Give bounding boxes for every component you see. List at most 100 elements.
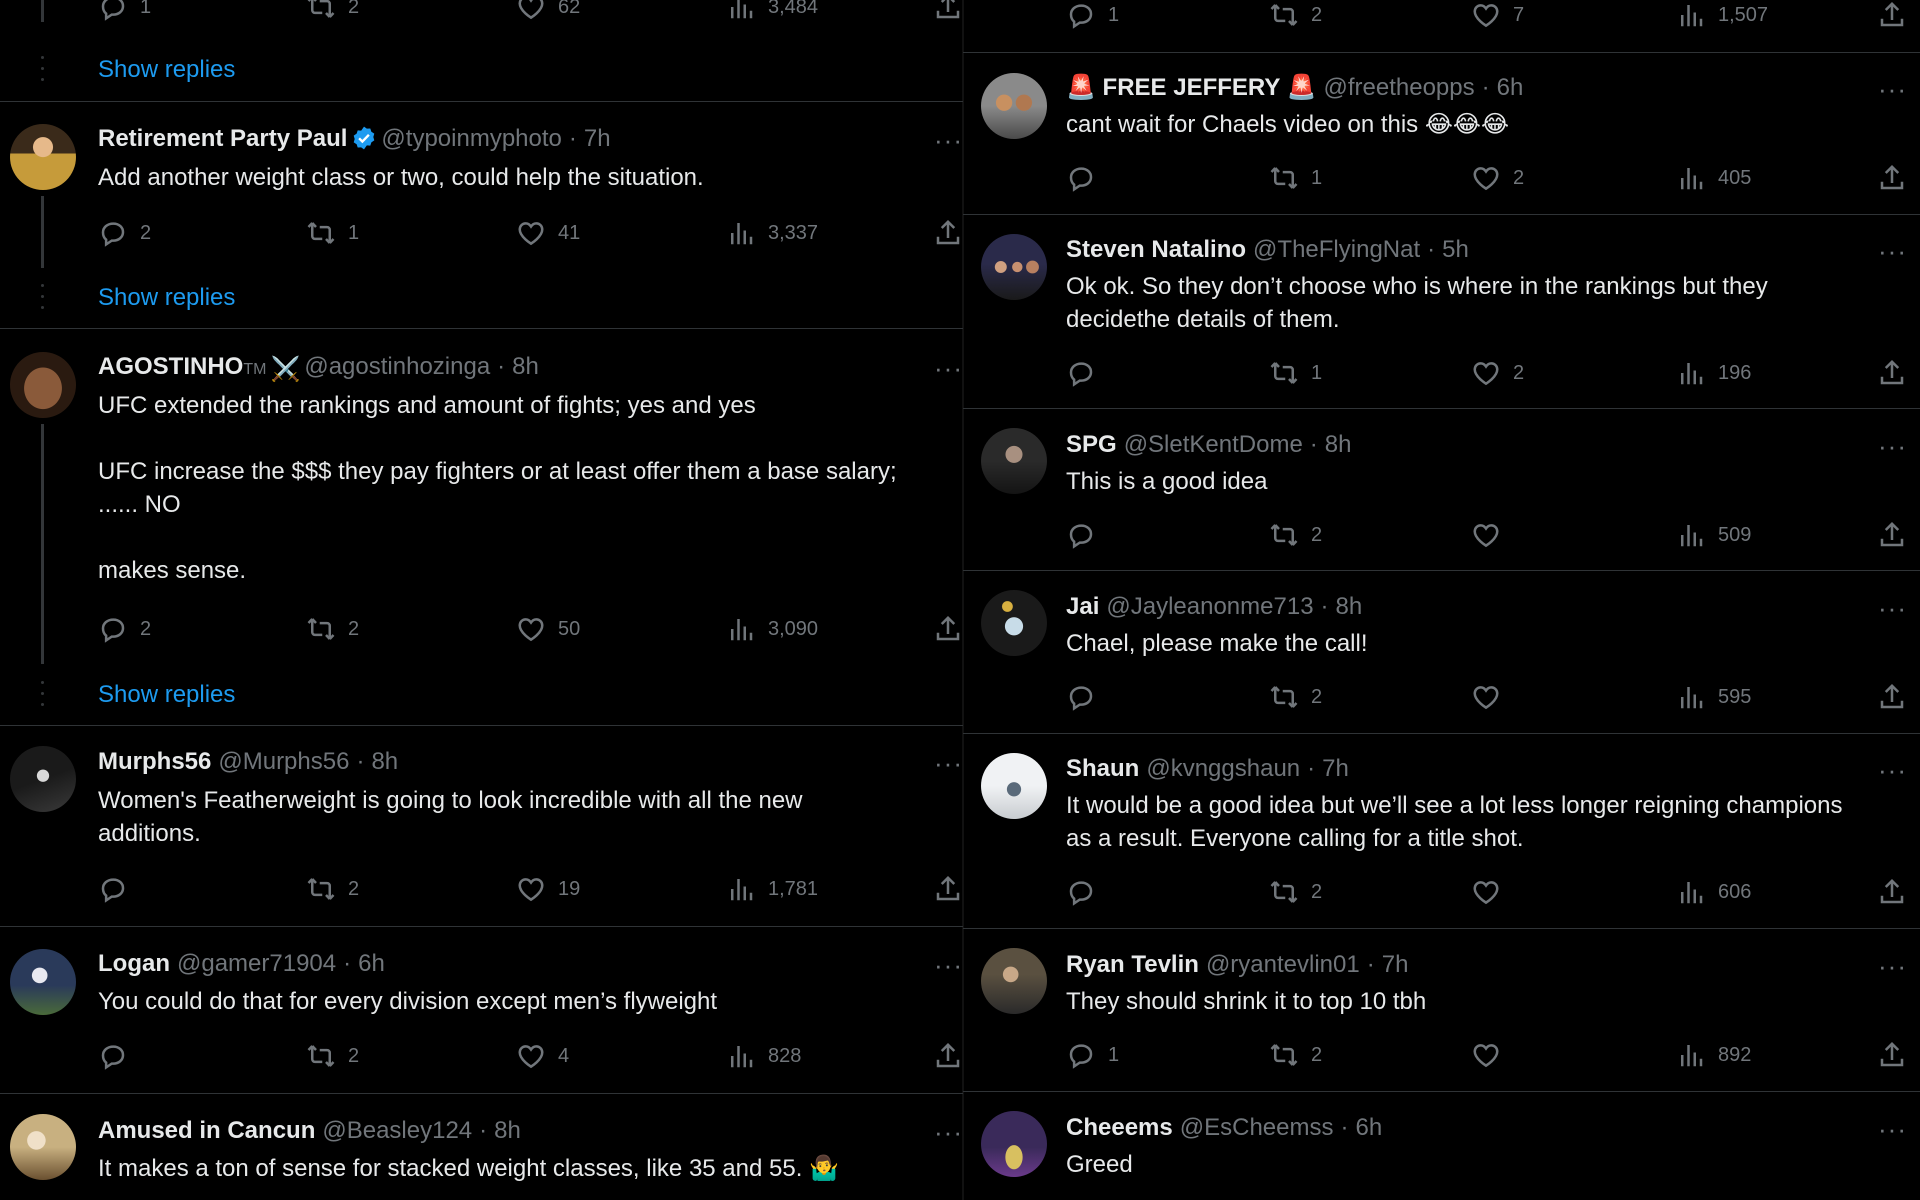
reply-button[interactable]: 1 <box>98 0 151 24</box>
handle[interactable]: @agostinhozinga <box>304 353 490 380</box>
timestamp[interactable]: 6h <box>1497 74 1524 101</box>
repost-button[interactable]: 1 <box>1269 161 1322 195</box>
like-button[interactable]: 7 <box>1471 0 1524 32</box>
views-button[interactable]: 595 <box>1676 680 1751 714</box>
like-button[interactable]: 50 <box>516 612 580 646</box>
repost-button[interactable]: 1 <box>1269 356 1322 390</box>
display-name[interactable]: SPG <box>1066 431 1117 458</box>
views-button[interactable]: 828 <box>726 1039 801 1073</box>
like-button[interactable]: 2 <box>1471 356 1524 390</box>
share-button[interactable] <box>1877 680 1907 714</box>
timestamp[interactable]: 5h <box>1442 236 1469 263</box>
avatar[interactable] <box>10 746 76 812</box>
share-button[interactable] <box>933 872 963 906</box>
display-name[interactable]: Ryan Tevlin <box>1066 951 1199 978</box>
avatar[interactable] <box>10 949 76 1015</box>
more-icon[interactable]: ··· <box>1878 76 1907 102</box>
display-name[interactable]: Logan <box>98 950 170 977</box>
handle[interactable]: @EsCheemss <box>1180 1114 1334 1141</box>
timestamp[interactable]: 8h <box>1336 593 1363 620</box>
share-button[interactable] <box>1877 875 1907 909</box>
like-button[interactable] <box>1471 680 1513 714</box>
display-name[interactable]: Murphs56 <box>98 748 211 775</box>
repost-button[interactable]: 2 <box>1269 0 1322 32</box>
repost-button[interactable]: 2 <box>1269 518 1322 552</box>
avatar[interactable] <box>10 1114 76 1180</box>
timestamp[interactable]: 8h <box>1325 431 1352 458</box>
share-button[interactable] <box>1877 518 1907 552</box>
timestamp[interactable]: 8h <box>494 1117 521 1144</box>
timestamp[interactable]: 7h <box>584 125 611 152</box>
like-button[interactable] <box>1471 1038 1513 1072</box>
handle[interactable]: @freetheopps <box>1323 74 1474 101</box>
like-button[interactable] <box>1471 875 1513 909</box>
show-replies-link[interactable]: Show replies <box>98 681 235 709</box>
avatar[interactable] <box>981 428 1047 494</box>
reply-button[interactable]: 1 <box>1066 1038 1119 1072</box>
more-icon[interactable]: ··· <box>1878 953 1907 979</box>
avatar[interactable] <box>981 234 1047 300</box>
views-button[interactable]: 3,090 <box>726 612 818 646</box>
more-icon[interactable]: ··· <box>934 952 963 978</box>
like-button[interactable] <box>1471 518 1513 552</box>
repost-button[interactable]: 1 <box>306 216 359 250</box>
like-button[interactable]: 4 <box>516 1039 569 1073</box>
show-replies-link[interactable]: Show replies <box>98 284 235 312</box>
display-name[interactable]: Amused in Cancun <box>98 1117 315 1144</box>
views-button[interactable]: 509 <box>1676 518 1751 552</box>
avatar[interactable] <box>981 73 1047 139</box>
timestamp[interactable]: 6h <box>1355 1114 1382 1141</box>
more-icon[interactable]: ··· <box>934 750 963 776</box>
display-name[interactable]: Shaun <box>1066 755 1139 782</box>
share-button[interactable] <box>1877 161 1907 195</box>
avatar[interactable] <box>10 352 76 418</box>
more-icon[interactable]: ··· <box>1878 1116 1907 1142</box>
avatar[interactable] <box>981 590 1047 656</box>
reply-button[interactable]: 1 <box>1066 0 1119 32</box>
reply-button[interactable] <box>1066 518 1108 552</box>
handle[interactable]: @Murphs56 <box>218 748 349 775</box>
share-button[interactable] <box>933 1039 963 1073</box>
views-button[interactable]: 1,781 <box>726 872 818 906</box>
more-icon[interactable]: ··· <box>1878 433 1907 459</box>
reply-button[interactable]: 2 <box>98 216 151 250</box>
share-button[interactable] <box>933 0 963 24</box>
display-name[interactable]: Jai <box>1066 593 1099 620</box>
handle[interactable]: @Jayleanonme713 <box>1106 593 1313 620</box>
like-button[interactable]: 2 <box>1471 161 1524 195</box>
handle[interactable]: @kvnggshaun <box>1146 755 1300 782</box>
more-icon[interactable]: ··· <box>934 127 963 153</box>
repost-button[interactable]: 2 <box>306 872 359 906</box>
views-button[interactable]: 3,484 <box>726 0 818 24</box>
timestamp[interactable]: 7h <box>1322 755 1349 782</box>
repost-button[interactable]: 2 <box>306 1039 359 1073</box>
timestamp[interactable]: 7h <box>1382 951 1409 978</box>
more-icon[interactable]: ··· <box>934 1119 963 1145</box>
share-button[interactable] <box>933 612 963 646</box>
share-button[interactable] <box>933 216 963 250</box>
more-icon[interactable]: ··· <box>934 355 963 381</box>
display-name[interactable]: Cheeems <box>1066 1114 1173 1141</box>
repost-button[interactable]: 2 <box>1269 680 1322 714</box>
handle[interactable]: @SletKentDome <box>1124 431 1303 458</box>
repost-button[interactable]: 2 <box>1269 1038 1322 1072</box>
timestamp[interactable]: 6h <box>358 950 385 977</box>
avatar[interactable] <box>10 124 76 190</box>
avatar[interactable] <box>981 753 1047 819</box>
show-replies-link[interactable]: Show replies <box>98 56 235 84</box>
more-icon[interactable]: ··· <box>1878 238 1907 264</box>
handle[interactable]: @TheFlyingNat <box>1253 236 1420 263</box>
handle[interactable]: @Beasley124 <box>322 1117 472 1144</box>
timestamp[interactable]: 8h <box>371 748 398 775</box>
reply-button[interactable] <box>1066 356 1108 390</box>
views-button[interactable]: 606 <box>1676 875 1751 909</box>
handle[interactable]: @ryantevlin01 <box>1206 951 1360 978</box>
share-button[interactable] <box>1877 0 1907 32</box>
share-button[interactable] <box>1877 356 1907 390</box>
reply-button[interactable] <box>1066 161 1108 195</box>
like-button[interactable]: 41 <box>516 216 580 250</box>
more-icon[interactable]: ··· <box>1878 595 1907 621</box>
reply-button[interactable]: 2 <box>98 612 151 646</box>
views-button[interactable]: 196 <box>1676 356 1751 390</box>
like-button[interactable]: 62 <box>516 0 580 24</box>
